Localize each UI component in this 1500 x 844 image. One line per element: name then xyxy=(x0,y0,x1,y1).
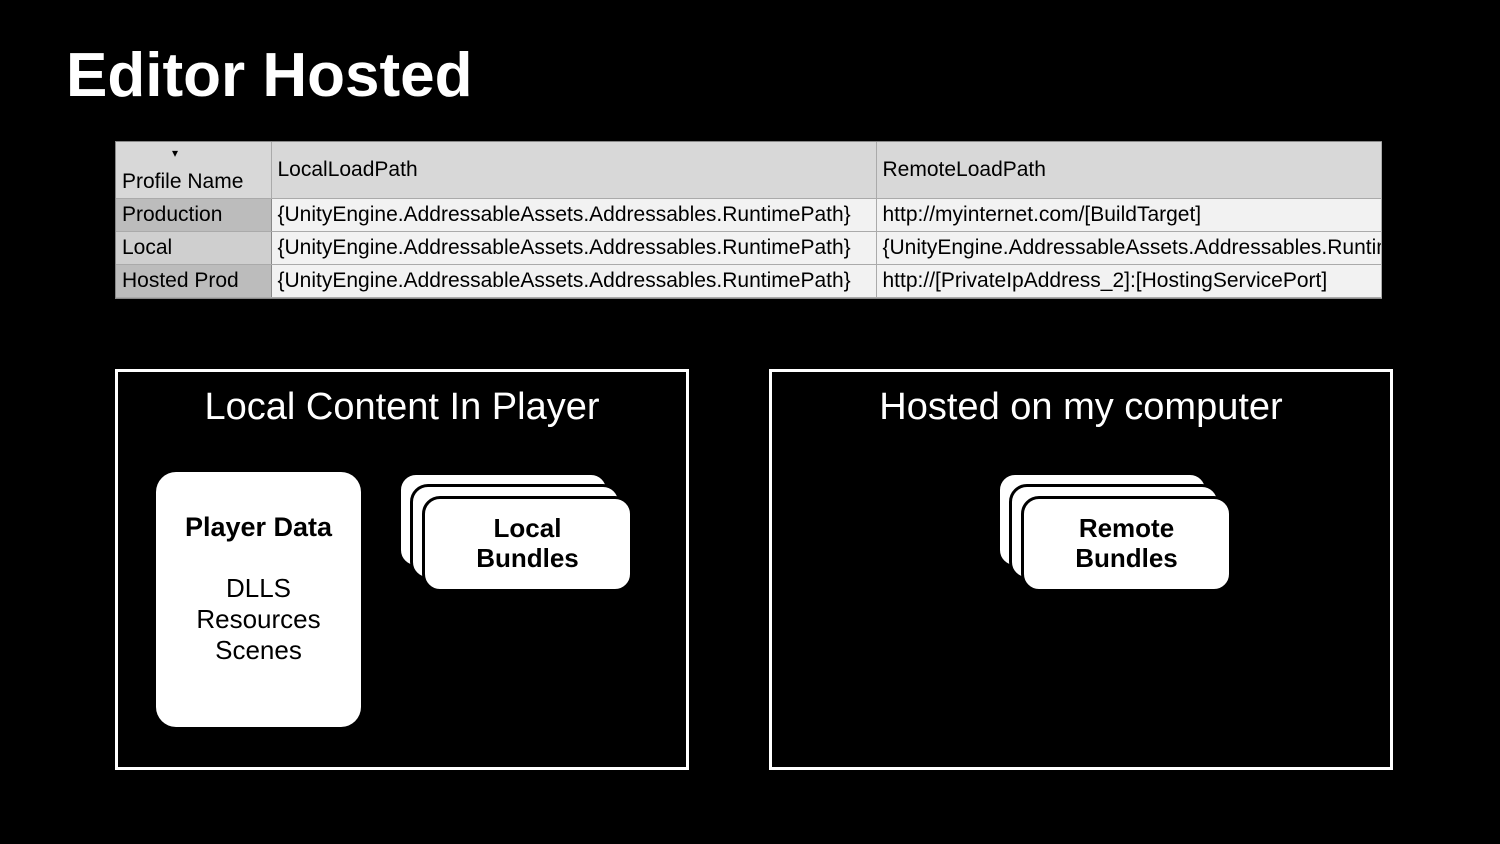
bundle-label: Remote Bundles xyxy=(1075,514,1178,574)
cell-remote-path: http://[PrivateIpAddress_2]:[HostingServ… xyxy=(876,265,1381,298)
cell-local-path: {UnityEngine.AddressableAssets.Addressab… xyxy=(271,232,876,265)
table-row[interactable]: Local {UnityEngine.AddressableAssets.Add… xyxy=(116,232,1381,265)
col-profile-name[interactable]: ▾ Profile Name xyxy=(116,142,271,199)
bundle-card-front: Remote Bundles xyxy=(1021,496,1232,592)
panel-title: Local Content In Player xyxy=(118,386,686,429)
table-row[interactable]: Production {UnityEngine.AddressableAsset… xyxy=(116,199,1381,232)
cell-local-path: {UnityEngine.AddressableAssets.Addressab… xyxy=(271,265,876,298)
cell-remote-path: http://myinternet.com/[BuildTarget] xyxy=(876,199,1381,232)
local-content-panel: Local Content In Player Player Data DLLS… xyxy=(115,369,689,770)
col-remote-load-path[interactable]: RemoteLoadPath xyxy=(876,142,1381,199)
cell-remote-path: {UnityEngine.AddressableAssets.Addressab… xyxy=(876,232,1381,265)
bundle-card-front: Local Bundles xyxy=(422,496,633,592)
cell-profile-name: Local xyxy=(116,232,271,265)
bundle-label: Local Bundles xyxy=(476,514,579,574)
hosted-panel: Hosted on my computer Remote Bundles xyxy=(769,369,1393,770)
cell-local-path: {UnityEngine.AddressableAssets.Addressab… xyxy=(271,199,876,232)
profiles-table: ▾ Profile Name LocalLoadPath RemoteLoadP… xyxy=(115,141,1382,299)
player-data-lines: DLLS Resources Scenes xyxy=(156,573,361,667)
slide-title: Editor Hosted xyxy=(66,40,1440,111)
cell-profile-name: Production xyxy=(116,199,271,232)
sort-indicator-icon: ▾ xyxy=(172,146,178,160)
col-local-load-path[interactable]: LocalLoadPath xyxy=(271,142,876,199)
table-row[interactable]: Hosted Prod {UnityEngine.AddressableAsse… xyxy=(116,265,1381,298)
panel-title: Hosted on my computer xyxy=(772,386,1390,429)
player-data-card: Player Data DLLS Resources Scenes xyxy=(156,472,361,727)
player-data-title: Player Data xyxy=(156,512,361,543)
cell-profile-name: Hosted Prod xyxy=(116,265,271,298)
